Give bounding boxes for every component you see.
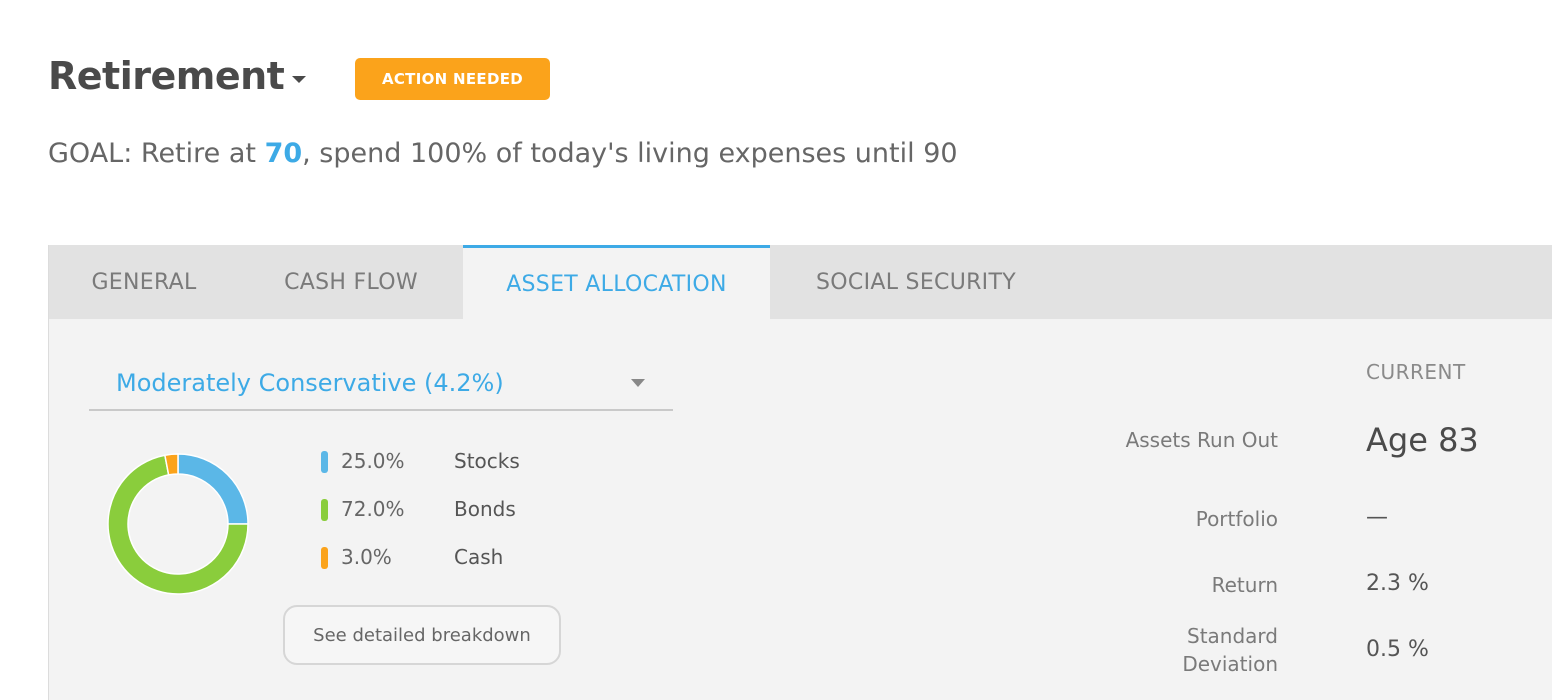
goal-retire-age[interactable]: 70 xyxy=(265,138,303,169)
legend-percent: 3.0% xyxy=(341,545,392,569)
legend-item-stocks: 25.0% Stocks xyxy=(321,445,581,475)
stat-label-return: Return xyxy=(1211,573,1278,597)
legend-label: Stocks xyxy=(454,449,520,473)
legend-swatch-bonds xyxy=(321,499,328,521)
stat-value-assets-run-out: Age 83 xyxy=(1366,421,1479,459)
goal-suffix: , spend 100% of today's living expenses … xyxy=(302,138,958,169)
stats-column-header: CURRENT xyxy=(1366,360,1466,384)
tab-bar: GENERAL CASH FLOW ASSET ALLOCATION SOCIA… xyxy=(49,245,1552,320)
legend-swatch-stocks xyxy=(321,451,328,473)
stat-value-return: 2.3 % xyxy=(1366,571,1429,596)
caret-down-icon[interactable] xyxy=(292,75,307,83)
legend-label: Bonds xyxy=(454,497,516,521)
tab-asset-allocation[interactable]: ASSET ALLOCATION xyxy=(463,245,770,320)
allocation-profile-select[interactable]: Moderately Conservative (4.2%) xyxy=(89,357,673,411)
legend-item-bonds: 72.0% Bonds xyxy=(321,493,581,523)
retirement-panel: GENERAL CASH FLOW ASSET ALLOCATION SOCIA… xyxy=(48,245,1552,700)
caret-down-icon[interactable] xyxy=(631,379,645,387)
stat-label-portfolio: Portfolio xyxy=(1195,507,1278,531)
stat-label-assets-run-out: Assets Run Out xyxy=(1125,428,1278,452)
stat-label-line: Standard xyxy=(1187,624,1278,648)
status-badge: ACTION NEEDED xyxy=(355,58,550,100)
goal-summary: GOAL: Retire at 70, spend 100% of today'… xyxy=(48,134,958,174)
legend-item-cash: 3.0% Cash xyxy=(321,541,581,571)
stat-value-standard-deviation: 0.5 % xyxy=(1366,637,1429,662)
stat-label-line: Deviation xyxy=(1182,652,1278,676)
legend-percent: 25.0% xyxy=(341,449,405,473)
legend-percent: 72.0% xyxy=(341,497,405,521)
legend-swatch-cash xyxy=(321,547,328,569)
allocation-donut-chart xyxy=(107,453,249,595)
page-title: Retirement xyxy=(48,54,285,98)
see-detailed-breakdown-button[interactable]: See detailed breakdown xyxy=(283,605,561,665)
tab-social-security[interactable]: SOCIAL SECURITY xyxy=(770,245,1062,319)
page-title-row[interactable]: Retirement xyxy=(48,50,307,102)
donut-segment-stocks xyxy=(177,453,249,525)
tab-general[interactable]: GENERAL xyxy=(49,245,239,319)
legend-label: Cash xyxy=(454,545,504,569)
tab-cash-flow[interactable]: CASH FLOW xyxy=(239,245,463,319)
stat-value-portfolio: — xyxy=(1366,505,1388,530)
stat-label-standard-deviation: Standard Deviation xyxy=(1182,622,1278,678)
allocation-profile-value: Moderately Conservative (4.2%) xyxy=(116,369,504,397)
goal-prefix: GOAL: Retire at xyxy=(48,138,265,169)
